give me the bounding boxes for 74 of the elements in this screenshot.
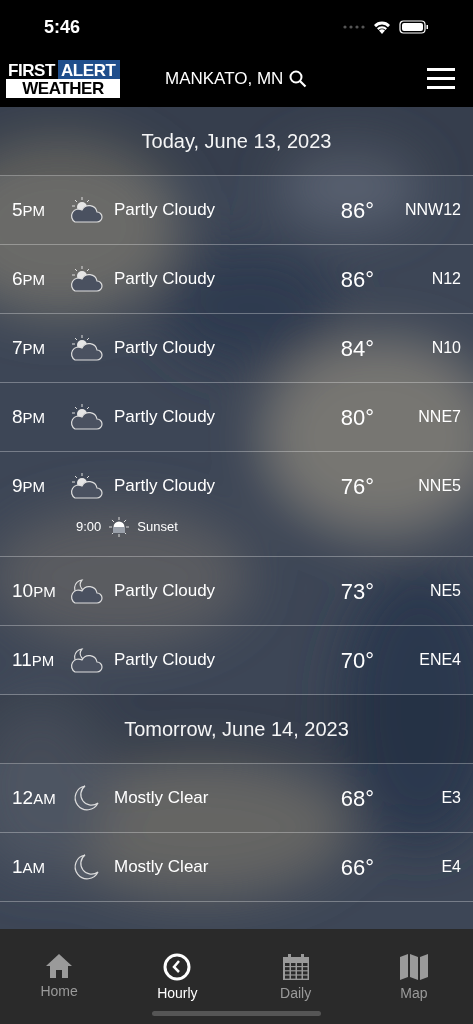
- sun-cloud-icon: [68, 196, 104, 224]
- hour-label: 1AM: [12, 854, 47, 879]
- temperature: 70°: [339, 646, 374, 675]
- wind-text: NNE5: [418, 476, 461, 496]
- hour-row[interactable]: 5PM Partly Cloudy 86° NNW12: [0, 176, 473, 245]
- condition-text: Partly Cloudy: [114, 406, 217, 429]
- tab[interactable]: Daily: [236, 953, 355, 1004]
- battery-icon: [399, 20, 429, 34]
- wind-text: ENE4: [419, 650, 461, 670]
- hour-label: 10PM: [12, 578, 57, 603]
- wind-text: E3: [441, 788, 461, 808]
- search-icon: [289, 69, 308, 88]
- temperature: 76°: [339, 472, 374, 501]
- temperature: 86°: [339, 265, 374, 294]
- event-time: 9:00: [76, 518, 102, 537]
- event-label: Sunset: [137, 518, 178, 537]
- wifi-icon: [373, 20, 391, 34]
- hour-row[interactable]: 6PM Partly Cloudy 86° N12: [0, 245, 473, 314]
- condition-text: Partly Cloudy: [114, 199, 217, 222]
- tab[interactable]: Map: [354, 953, 473, 1004]
- condition-text: Partly Cloudy: [114, 337, 217, 360]
- temperature: 80°: [339, 403, 374, 432]
- map-icon: [398, 953, 429, 981]
- wind-text: NE5: [429, 581, 461, 601]
- hour-label: 6PM: [12, 266, 47, 291]
- logo-text: ALERT: [58, 59, 120, 79]
- temperature: 73°: [339, 577, 374, 606]
- wind-text: NNE7: [418, 407, 461, 427]
- temperature: 86°: [339, 196, 374, 225]
- wind-text: N12: [431, 269, 461, 289]
- condition-text: Mostly Clear: [114, 787, 210, 810]
- hour-label: 7PM: [12, 335, 47, 360]
- hour-label: 9PM: [12, 473, 47, 498]
- hour-label: 5PM: [12, 197, 47, 222]
- temperature: 68°: [339, 784, 374, 813]
- hour-row[interactable]: 9PM Partly Cloudy 76° NNE5 9:00 Sunset: [0, 452, 473, 557]
- clock-icon: [163, 953, 192, 981]
- sunset-icon: [108, 516, 131, 538]
- temperature: 66°: [339, 853, 374, 882]
- hour-row[interactable]: 10PM Partly Cloudy 73° NE5: [0, 557, 473, 626]
- hour-row[interactable]: 12AM Mostly Clear 68° E3: [0, 764, 473, 833]
- hour-label: 11PM: [12, 647, 56, 672]
- home-icon: [45, 953, 74, 979]
- condition-text: Partly Cloudy: [114, 268, 217, 291]
- date-header: Tomorrow, June 14, 2023: [0, 695, 473, 764]
- calendar-icon: [281, 953, 310, 981]
- hour-row[interactable]: 1AM Mostly Clear 66° E4: [0, 833, 473, 902]
- sun-cloud-icon: [68, 334, 104, 362]
- wind-text: N10: [431, 338, 461, 358]
- hour-row[interactable]: 7PM Partly Cloudy 84° N10: [0, 314, 473, 383]
- condition-text: Partly Cloudy: [114, 649, 217, 672]
- logo-text: FIRST: [6, 59, 58, 79]
- status-time: 5:46: [44, 15, 81, 39]
- hour-label: 8PM: [12, 404, 47, 429]
- sun-cloud-icon: [68, 472, 104, 500]
- wind-text: NNW12: [405, 200, 461, 220]
- hour-label: 12AM: [12, 785, 57, 810]
- tab[interactable]: Home: [0, 953, 119, 1004]
- hour-row[interactable]: 8PM Partly Cloudy 80° NNE7: [0, 383, 473, 452]
- condition-text: Mostly Clear: [114, 856, 210, 879]
- menu-button[interactable]: [427, 68, 455, 89]
- date-header: Today, June 13, 2023: [0, 107, 473, 176]
- temperature: 84°: [339, 334, 374, 363]
- hour-row[interactable]: 11PM Partly Cloudy 70° ENE4: [0, 626, 473, 695]
- condition-text: Partly Cloudy: [114, 475, 217, 498]
- location-button[interactable]: MANKATO, MN: [165, 65, 308, 92]
- tab[interactable]: Hourly: [118, 953, 237, 1004]
- condition-text: Partly Cloudy: [114, 580, 217, 603]
- moon-cloud-icon: [68, 646, 104, 674]
- sun-cloud-icon: [68, 403, 104, 431]
- sun-cloud-icon: [68, 265, 104, 293]
- wind-text: E4: [441, 857, 461, 877]
- signal-icon: [343, 25, 365, 29]
- moon-cloud-icon: [68, 577, 104, 605]
